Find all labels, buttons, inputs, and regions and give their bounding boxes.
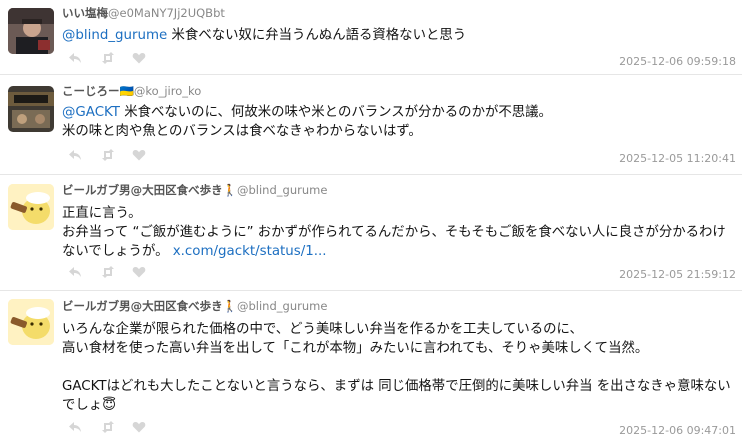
tweet-feed: いい塩梅@e0MaNY7Jj2UQBbt @blind_gurume 米食べない… xyxy=(0,0,752,444)
author-name[interactable]: いい塩梅 xyxy=(62,6,108,20)
tweet-body: 米食べないのに、何故米の味や米とのバランスが分かるのかが不思議。 米の味と肉や魚… xyxy=(62,105,552,139)
retweet-icon[interactable] xyxy=(101,266,115,278)
author-handle[interactable]: @e0MaNY7Jj2UQBbt xyxy=(108,6,225,20)
author-handle[interactable]: @blind_gurume xyxy=(237,299,327,313)
reply-icon[interactable] xyxy=(68,421,82,433)
retweet-icon[interactable] xyxy=(101,52,115,64)
tweet-text: @blind_gurume 米食べない奴に弁当うんぬん語る資格ないと思う xyxy=(62,26,736,45)
timestamp[interactable]: 2025-12-05 11:20:41 xyxy=(619,152,736,165)
tweet-text: 正直に言う。 お弁当って “ご飯が進むように” おかずが作られてるんだから、そも… xyxy=(62,204,736,261)
reply-icon[interactable] xyxy=(68,266,82,278)
divider xyxy=(0,74,742,75)
tweet-author: ビールガブ男@大田区食べ歩き🚶@blind_gurume xyxy=(62,299,327,313)
author-name[interactable]: ビールガブ男@大田区食べ歩き🚶 xyxy=(62,183,237,197)
divider xyxy=(0,290,742,291)
tweet-actions xyxy=(68,266,158,280)
like-icon[interactable] xyxy=(132,149,146,161)
author-handle[interactable]: @ko_jiro_ko xyxy=(134,84,201,98)
retweet-icon[interactable] xyxy=(101,421,115,433)
avatar[interactable] xyxy=(8,299,54,345)
like-icon[interactable] xyxy=(132,52,146,64)
avatar[interactable] xyxy=(8,184,54,230)
retweet-icon[interactable] xyxy=(101,149,115,161)
tweet-actions xyxy=(68,421,158,435)
avatar[interactable] xyxy=(8,86,54,132)
author-name[interactable]: こーじろー🇺🇦 xyxy=(62,84,134,98)
mention-link[interactable]: @GACKT xyxy=(62,105,120,120)
tweet-body: 米食べない奴に弁当うんぬん語る資格ないと思う xyxy=(167,28,467,43)
mention-link[interactable]: @blind_gurume xyxy=(62,28,167,43)
tweet-text: @GACKT 米食べないのに、何故米の味や米とのバランスが分かるのかが不思議。 … xyxy=(62,103,736,141)
like-icon[interactable] xyxy=(132,421,146,433)
timestamp[interactable]: 2025-12-05 21:59:12 xyxy=(619,268,736,281)
tweet-body: 正直に言う。 お弁当って “ご飯が進むように” おかずが作られてるんだから、そも… xyxy=(62,206,726,259)
tweet-author: ビールガブ男@大田区食べ歩き🚶@blind_gurume xyxy=(62,183,327,197)
tweet-body: いろんな企業が限られた価格の中で、どう美味しい弁当を作るかを工夫しているのに、 … xyxy=(62,322,731,413)
reply-icon[interactable] xyxy=(68,52,82,64)
like-icon[interactable] xyxy=(132,266,146,278)
author-handle[interactable]: @blind_gurume xyxy=(237,183,327,197)
reply-icon[interactable] xyxy=(68,149,82,161)
avatar[interactable] xyxy=(8,8,54,54)
timestamp[interactable]: 2025-12-06 09:59:18 xyxy=(619,55,736,68)
tweet-author: こーじろー🇺🇦@ko_jiro_ko xyxy=(62,84,201,98)
author-name[interactable]: ビールガブ男@大田区食べ歩き🚶 xyxy=(62,299,237,313)
tweet-actions xyxy=(68,149,158,163)
status-link[interactable]: x.com/gackt/status/1... xyxy=(173,244,327,259)
tweet-text: いろんな企業が限られた価格の中で、どう美味しい弁当を作るかを工夫しているのに、 … xyxy=(62,320,736,415)
timestamp[interactable]: 2025-12-06 09:47:01 xyxy=(619,424,736,437)
tweet-actions xyxy=(68,52,158,66)
tweet-author: いい塩梅@e0MaNY7Jj2UQBbt xyxy=(62,6,225,20)
divider xyxy=(0,174,742,175)
